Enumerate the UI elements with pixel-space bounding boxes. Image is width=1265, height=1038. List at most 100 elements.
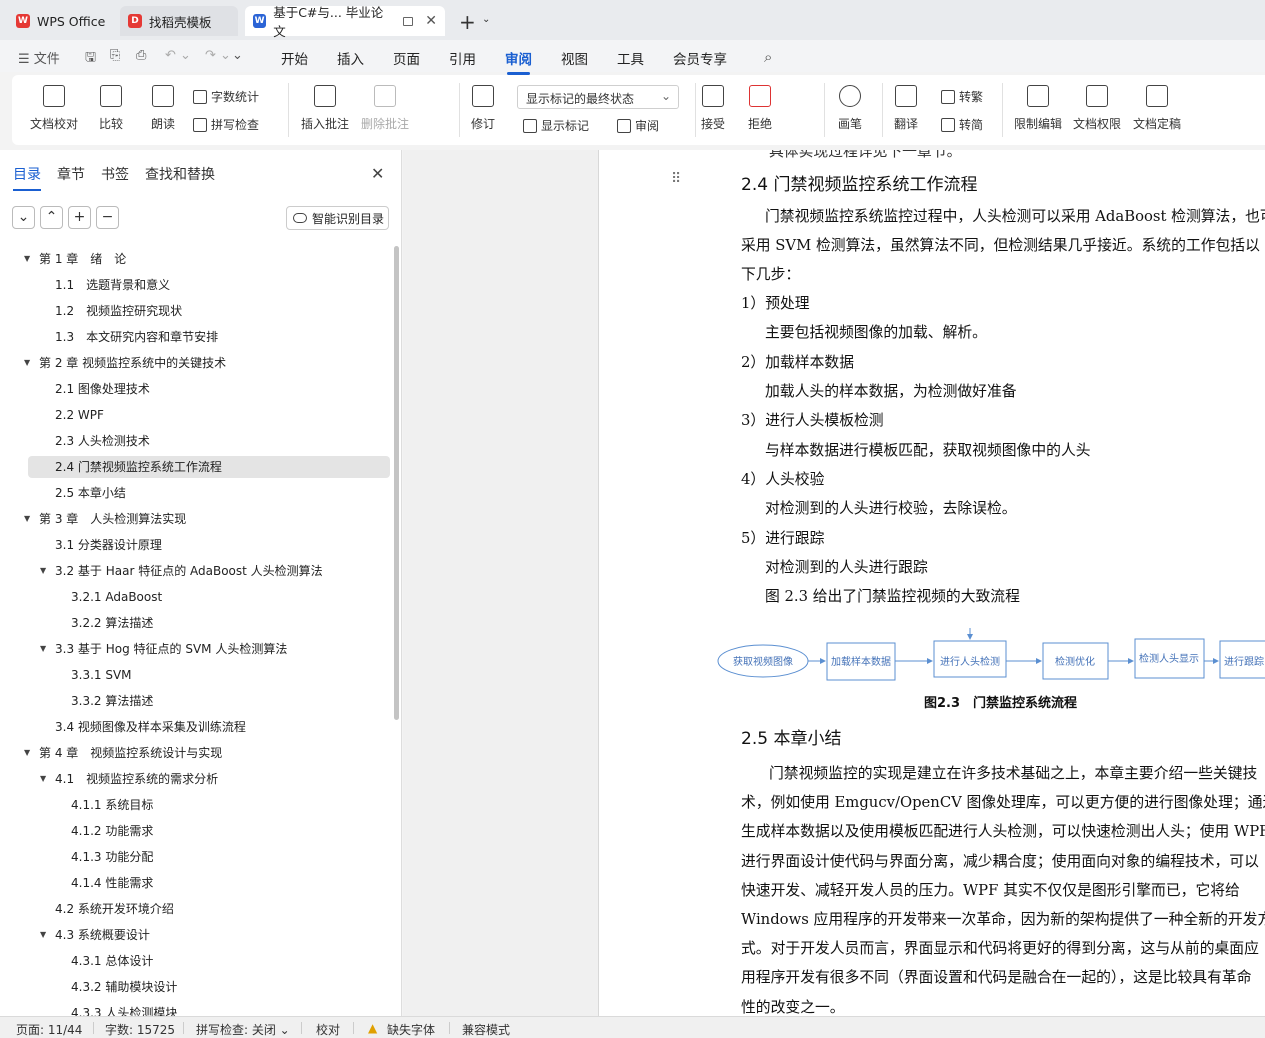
collapse-down-button[interactable]: ⌄ [12, 206, 35, 229]
accept-button[interactable]: 接受 [701, 85, 725, 132]
insert-comment-button[interactable]: 插入批注 [301, 85, 349, 132]
pen-button[interactable]: 画笔 [838, 85, 862, 132]
word-count-button[interactable]: 字数统计 [193, 88, 259, 105]
chevron-down-icon[interactable]: ⌄ [482, 14, 490, 25]
expand-triangle-icon[interactable]: ▼ [24, 508, 30, 530]
remove-heading-button[interactable]: − [96, 206, 119, 229]
toc-item[interactable]: ▼ 第 4 章 视频监控系统设计与实现 [0, 742, 392, 764]
toc-item[interactable]: 4.1.4 性能需求 [0, 872, 392, 894]
add-heading-button[interactable]: + [68, 206, 91, 229]
tab-find-replace[interactable]: 查找和替换 [145, 164, 215, 184]
expand-triangle-icon[interactable]: ▼ [40, 924, 46, 946]
menu-start[interactable]: 开始 [281, 48, 308, 68]
expand-triangle-icon[interactable]: ▼ [40, 560, 46, 582]
page-indicator[interactable]: 页面: 11/44 [16, 1021, 82, 1038]
smart-icon [293, 213, 307, 223]
save-icon[interactable]: 🖫 [85, 48, 96, 70]
translate-button[interactable]: 翻译 [894, 85, 918, 132]
delete-comment-button[interactable]: 删除批注 [361, 85, 409, 132]
close-icon[interactable]: ✕ [371, 164, 384, 183]
menu-member[interactable]: 会员专享 [673, 48, 727, 68]
more-chevron-icon[interactable]: ⌄ [232, 48, 243, 63]
undo-icon[interactable]: ↶ ⌄ [165, 48, 191, 63]
proofread-status[interactable]: 校对 [316, 1021, 340, 1038]
toc-item[interactable]: 2.2 WPF [0, 404, 392, 426]
toc-item[interactable]: ▼ 第 1 章 绪 论 [0, 248, 392, 270]
expand-triangle-icon[interactable]: ▼ [40, 638, 46, 660]
toc-item[interactable]: 2.3 人头检测技术 [0, 430, 392, 452]
restrict-edit-button[interactable]: 限制编辑 [1014, 85, 1062, 132]
menu-page[interactable]: 页面 [393, 48, 420, 68]
smart-toc-button[interactable]: 智能识别目录 [286, 206, 389, 230]
toc-item[interactable]: 2.1 图像处理技术 [0, 378, 392, 400]
nav-scrollbar[interactable] [394, 246, 399, 720]
toc-item[interactable]: ▼ 4.1 视频监控系统的需求分析 [0, 768, 392, 790]
revise-button[interactable]: 修订 [471, 85, 495, 132]
expand-triangle-icon[interactable]: ▼ [40, 768, 46, 790]
expand-triangle-icon[interactable]: ▼ [24, 248, 30, 270]
toc-item[interactable]: 4.3.1 总体设计 [0, 950, 392, 972]
compat-mode-status[interactable]: 兼容模式 [462, 1021, 510, 1038]
redo-icon[interactable]: ↷ ⌄ [205, 48, 231, 63]
spell-check-status[interactable]: 拼写检查: 关闭 ⌄ [196, 1021, 290, 1038]
toc-item[interactable]: 2.5 本章小结 [0, 482, 392, 504]
toc-item[interactable]: 4.1.1 系统目标 [0, 794, 392, 816]
spell-check-button[interactable]: 拼写检查 [193, 116, 259, 133]
compare-button[interactable]: 比较 [99, 85, 123, 132]
toc-item[interactable]: 3.3.2 算法描述 [0, 690, 392, 712]
toc-item[interactable]: 1.3 本文研究内容和章节安排 [0, 326, 392, 348]
toc-item[interactable]: 3.2.2 算法描述 [0, 612, 392, 634]
to-simplified-button[interactable]: 转简 [941, 116, 983, 133]
menu-insert[interactable]: 插入 [337, 48, 364, 68]
expand-triangle-icon[interactable]: ▼ [24, 742, 30, 764]
word-count-status[interactable]: 字数: 15725 [105, 1021, 175, 1038]
monitor-icon[interactable] [402, 16, 414, 26]
toc-item[interactable]: ▼ 第 3 章 人头检测算法实现 [0, 508, 392, 530]
file-menu[interactable]: ☰ 文件 [18, 48, 60, 67]
to-traditional-button[interactable]: 转繁 [941, 88, 983, 105]
toc-item[interactable]: 4.1.3 功能分配 [0, 846, 392, 868]
doc-check-button[interactable]: 文档校对 [30, 85, 78, 132]
expand-triangle-icon[interactable]: ▼ [24, 352, 30, 374]
tab-docer-templates[interactable]: D 找稻壳模板 [120, 6, 238, 36]
markup-state-dropdown[interactable]: 显示标记的最终状态 ⌄ [517, 85, 679, 109]
toc-item[interactable]: 3.1 分类器设计原理 [0, 534, 392, 556]
drag-handle-icon[interactable]: ⠿ [671, 171, 681, 187]
toc-item[interactable]: 1.2 视频监控研究现状 [0, 300, 392, 322]
doc-permission-button[interactable]: 文档权限 [1073, 85, 1121, 132]
toc-item[interactable]: ▼ 3.3 基于 Hog 特征点的 SVM 人头检测算法 [0, 638, 392, 660]
toc-item[interactable]: 4.1.2 功能需求 [0, 820, 392, 842]
close-tab-icon[interactable]: ✕ [425, 13, 437, 29]
review-pane-button[interactable]: 审阅 [617, 117, 659, 134]
toc-item[interactable]: 1.1 选题背景和意义 [0, 274, 392, 296]
toc-item[interactable]: ▼ 3.2 基于 Haar 特征点的 AdaBoost 人头检测算法 [0, 560, 392, 582]
toc-item[interactable]: 3.2.1 AdaBoost [0, 586, 392, 608]
finalize-button[interactable]: 文档定稿 [1133, 85, 1181, 132]
toc-item[interactable]: ▼ 4.3 系统概要设计 [0, 924, 392, 946]
export-icon[interactable]: ⎘ [110, 48, 120, 63]
search-icon[interactable]: ⌕ [764, 48, 772, 66]
translate-label: 翻译 [894, 117, 919, 131]
print-preview-icon[interactable]: ⎙ [136, 48, 146, 63]
menu-tools[interactable]: 工具 [617, 48, 644, 68]
read-aloud-button[interactable]: 朗读 [151, 85, 175, 132]
toc-item[interactable]: 4.2 系统开发环境介绍 [0, 898, 392, 920]
tab-sections[interactable]: 章节 [57, 164, 85, 184]
menu-review[interactable]: 审阅 [505, 48, 532, 75]
toc-item[interactable]: 3.4 视频图像及样本采集及训练流程 [0, 716, 392, 738]
collapse-up-button[interactable]: ⌃ [40, 206, 63, 229]
toc-item[interactable]: 2.4 门禁视频监控系统工作流程 [28, 456, 390, 478]
menu-reference[interactable]: 引用 [449, 48, 476, 68]
reject-button[interactable]: 拒绝 [748, 85, 772, 132]
menu-view[interactable]: 视图 [561, 48, 588, 68]
show-markup-button[interactable]: 显示标记 [523, 117, 589, 134]
toc-item[interactable]: ▼ 第 2 章 视频监控系统中的关键技术 [0, 352, 392, 374]
tab-document[interactable]: W 基于C#与... 毕业论文 ✕ [245, 5, 445, 39]
tab-wps-office[interactable]: W WPS Office [8, 6, 114, 36]
toc-item[interactable]: 4.3.2 辅助模块设计 [0, 976, 392, 998]
missing-font-status[interactable]: 缺失字体 [387, 1021, 435, 1038]
toc-item[interactable]: 3.3.1 SVM [0, 664, 392, 686]
tab-toc[interactable]: 目录 [13, 164, 41, 191]
tab-bookmarks[interactable]: 书签 [101, 164, 129, 184]
new-tab-icon[interactable]: + [459, 10, 476, 34]
